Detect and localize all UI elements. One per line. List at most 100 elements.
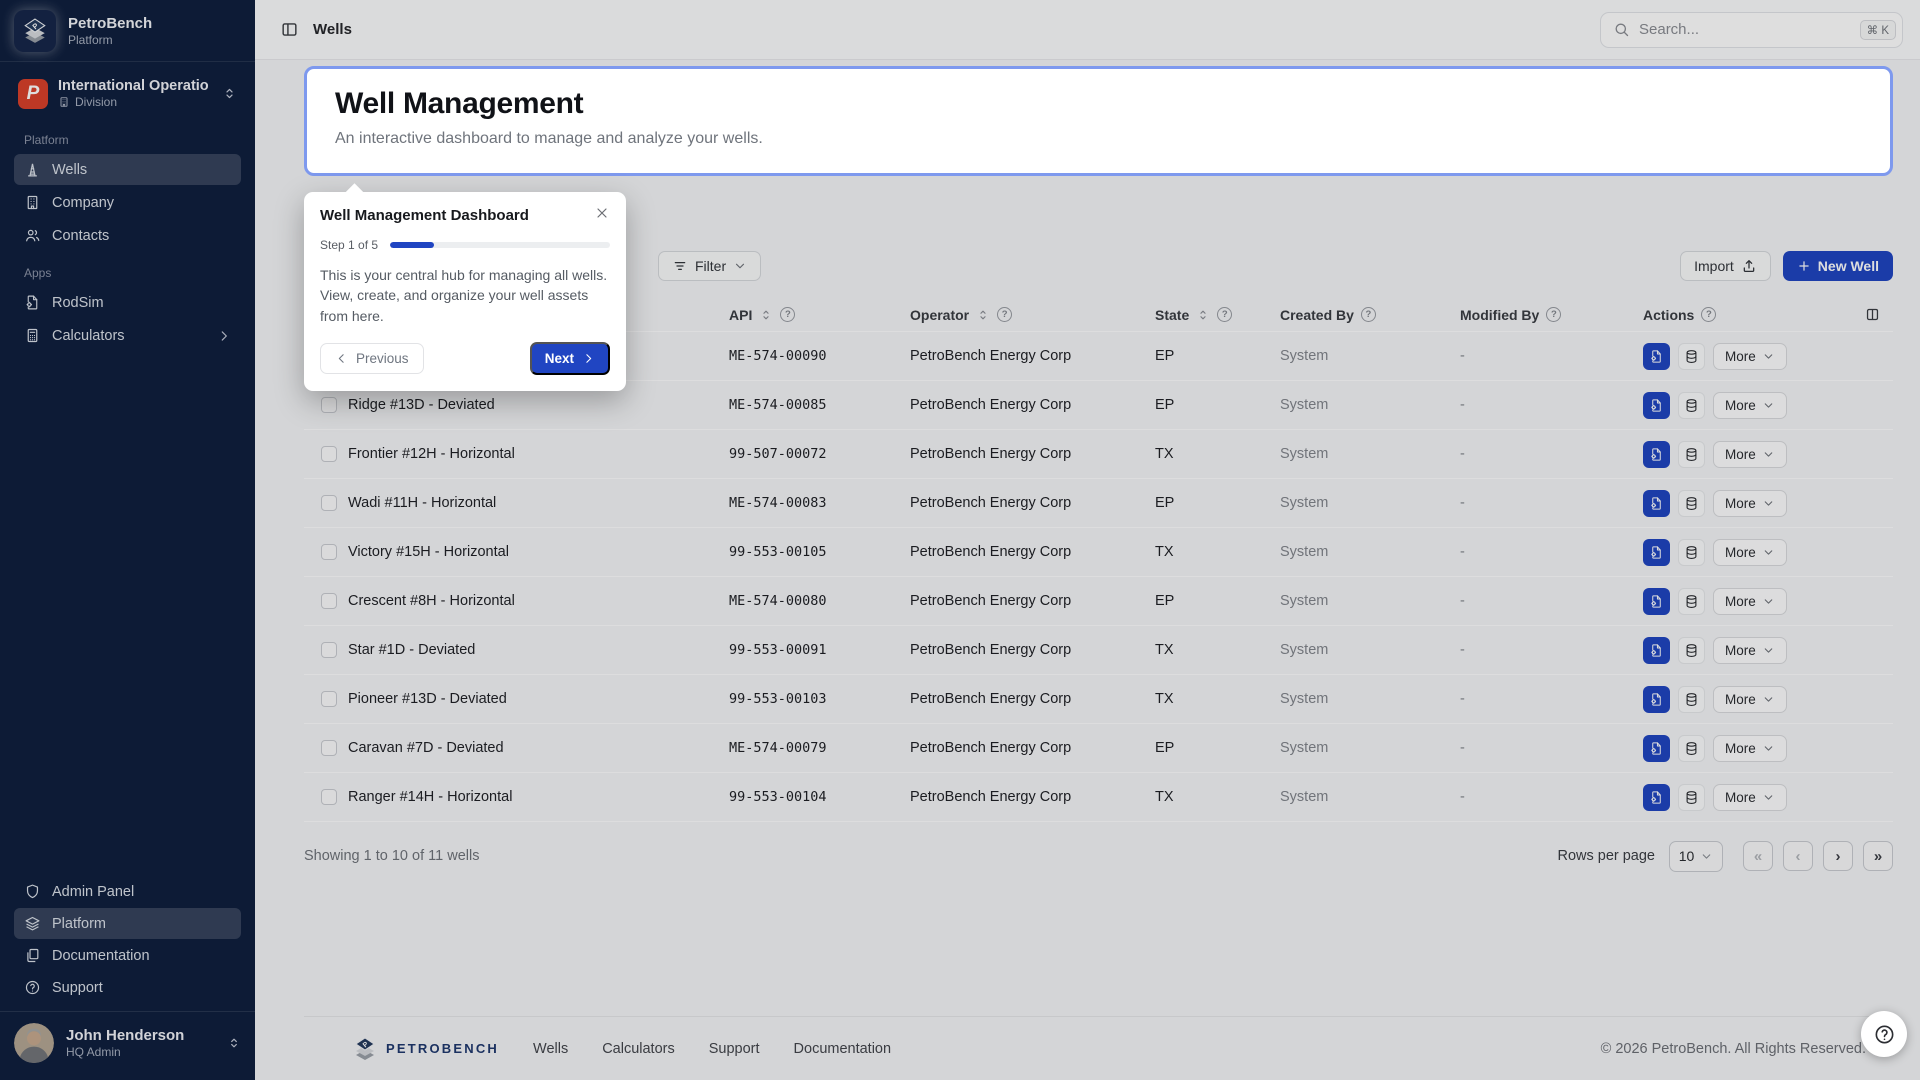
column-header-created-by[interactable]: Created By ?	[1280, 307, 1460, 323]
sidebar-item-platform[interactable]: Platform	[14, 908, 241, 939]
row-checkbox[interactable]	[321, 495, 337, 511]
rodsim-action-button[interactable]	[1643, 784, 1670, 811]
database-action-button[interactable]	[1678, 784, 1705, 811]
more-button[interactable]: More	[1713, 392, 1787, 419]
close-icon[interactable]	[594, 205, 610, 221]
column-header-modified-by[interactable]: Modified By ?	[1460, 307, 1643, 323]
rodsim-action-button[interactable]	[1643, 441, 1670, 468]
footer-link-wells[interactable]: Wells	[533, 1041, 568, 1057]
sidebar-item-support[interactable]: Support	[14, 972, 241, 1003]
sidebar-item-documentation[interactable]: Documentation	[14, 940, 241, 971]
user-menu[interactable]: John Henderson HQ Admin	[0, 1011, 255, 1074]
sidebar-item-admin-panel[interactable]: Admin Panel	[14, 876, 241, 907]
rodsim-action-button[interactable]	[1643, 686, 1670, 713]
well-name-cell[interactable]: Crescent #8H - Horizontal	[348, 593, 729, 609]
sidebar-item-company[interactable]: Company	[14, 187, 241, 218]
columns-toggle-icon[interactable]	[1864, 306, 1881, 323]
tour-next-button[interactable]: Next	[530, 342, 610, 375]
footer-link-calculators[interactable]: Calculators	[602, 1041, 675, 1057]
well-name-cell[interactable]: Victory #15H - Horizontal	[348, 544, 729, 560]
well-name-cell[interactable]: Wadi #11H - Horizontal	[348, 495, 729, 511]
column-header-api[interactable]: API ?	[729, 307, 910, 323]
column-header-operator[interactable]: Operator ?	[910, 307, 1155, 323]
rodsim-action-button[interactable]	[1643, 490, 1670, 517]
well-name-cell[interactable]: Ranger #14H - Horizontal	[348, 789, 729, 805]
sidebar-item-calculators[interactable]: Calculators	[14, 320, 241, 351]
database-action-button[interactable]	[1678, 735, 1705, 762]
new-well-button[interactable]: New Well	[1783, 251, 1893, 281]
row-checkbox[interactable]	[321, 593, 337, 609]
database-action-button[interactable]	[1678, 637, 1705, 664]
help-icon[interactable]: ?	[1546, 307, 1561, 322]
tour-previous-button[interactable]: Previous	[320, 343, 424, 374]
table-row[interactable]: Ranger #14H - Horizontal 99-553-00104 Pe…	[304, 773, 1893, 822]
row-checkbox[interactable]	[321, 397, 337, 413]
database-action-button[interactable]	[1678, 490, 1705, 517]
more-button[interactable]: More	[1713, 490, 1787, 517]
rodsim-action-button[interactable]	[1643, 392, 1670, 419]
well-name-cell[interactable]: Frontier #12H - Horizontal	[348, 446, 729, 462]
help-icon[interactable]: ?	[997, 307, 1012, 322]
row-checkbox[interactable]	[321, 740, 337, 756]
well-name-cell[interactable]: Ridge #13D - Deviated	[348, 397, 729, 413]
table-row[interactable]: Frontier #12H - Horizontal 99-507-00072 …	[304, 430, 1893, 479]
help-fab-button[interactable]	[1861, 1011, 1907, 1057]
well-name-cell[interactable]: Pioneer #13D - Deviated	[348, 691, 729, 707]
table-row[interactable]: Pioneer #13D - Deviated 99-553-00103 Pet…	[304, 675, 1893, 724]
search-input[interactable]: Search... ⌘ K	[1600, 12, 1903, 48]
rodsim-action-button[interactable]	[1643, 588, 1670, 615]
footer-link-documentation[interactable]: Documentation	[794, 1041, 892, 1057]
table-row[interactable]: Victory #15H - Horizontal 99-553-00105 P…	[304, 528, 1893, 577]
database-action-button[interactable]	[1678, 539, 1705, 566]
sidebar-toggle-icon[interactable]	[280, 20, 299, 39]
import-button[interactable]: Import	[1680, 251, 1771, 281]
sidebar-item-rodsim[interactable]: RodSim	[14, 287, 241, 318]
sidebar-item-wells[interactable]: Wells	[14, 154, 241, 185]
row-checkbox[interactable]	[321, 446, 337, 462]
more-button[interactable]: More	[1713, 735, 1787, 762]
prev-page-button[interactable]: ‹	[1783, 841, 1813, 871]
database-action-button[interactable]	[1678, 686, 1705, 713]
more-button[interactable]: More	[1713, 539, 1787, 566]
filter-button[interactable]: Filter	[658, 251, 761, 281]
database-action-button[interactable]	[1678, 392, 1705, 419]
org-switcher[interactable]: P International Operatio Division	[10, 72, 245, 115]
sort-icon[interactable]	[1196, 308, 1210, 322]
row-checkbox[interactable]	[321, 544, 337, 560]
help-icon[interactable]: ?	[1701, 307, 1716, 322]
more-button[interactable]: More	[1713, 637, 1787, 664]
column-header-state[interactable]: State ?	[1155, 307, 1280, 323]
footer-link-support[interactable]: Support	[709, 1041, 760, 1057]
well-name-cell[interactable]: Star #1D - Deviated	[348, 642, 729, 658]
database-action-button[interactable]	[1678, 588, 1705, 615]
row-checkbox[interactable]	[321, 789, 337, 805]
well-name-cell[interactable]: Caravan #7D - Deviated	[348, 740, 729, 756]
sort-icon[interactable]	[976, 308, 990, 322]
sidebar-item-contacts[interactable]: Contacts	[14, 220, 241, 251]
database-action-button[interactable]	[1678, 441, 1705, 468]
rodsim-action-button[interactable]	[1643, 637, 1670, 664]
more-button[interactable]: More	[1713, 686, 1787, 713]
table-row[interactable]: Caravan #7D - Deviated ME-574-00079 Petr…	[304, 724, 1893, 773]
rows-per-page-select[interactable]: 10	[1669, 841, 1723, 872]
next-page-button[interactable]: ›	[1823, 841, 1853, 871]
rodsim-action-button[interactable]	[1643, 539, 1670, 566]
rodsim-action-button[interactable]	[1643, 343, 1670, 370]
more-button[interactable]: More	[1713, 343, 1787, 370]
more-button[interactable]: More	[1713, 441, 1787, 468]
database-action-button[interactable]	[1678, 343, 1705, 370]
last-page-button[interactable]: »	[1863, 841, 1893, 871]
help-icon[interactable]: ?	[1361, 307, 1376, 322]
row-checkbox[interactable]	[321, 642, 337, 658]
more-button[interactable]: More	[1713, 784, 1787, 811]
first-page-button[interactable]: «	[1743, 841, 1773, 871]
table-row[interactable]: Crescent #8H - Horizontal ME-574-00080 P…	[304, 577, 1893, 626]
row-checkbox[interactable]	[321, 691, 337, 707]
rodsim-action-button[interactable]	[1643, 735, 1670, 762]
more-button[interactable]: More	[1713, 588, 1787, 615]
table-row[interactable]: Wadi #11H - Horizontal ME-574-00083 Petr…	[304, 479, 1893, 528]
help-icon[interactable]: ?	[1217, 307, 1232, 322]
sort-icon[interactable]	[759, 308, 773, 322]
help-icon[interactable]: ?	[780, 307, 795, 322]
table-row[interactable]: Star #1D - Deviated 99-553-00091 PetroBe…	[304, 626, 1893, 675]
